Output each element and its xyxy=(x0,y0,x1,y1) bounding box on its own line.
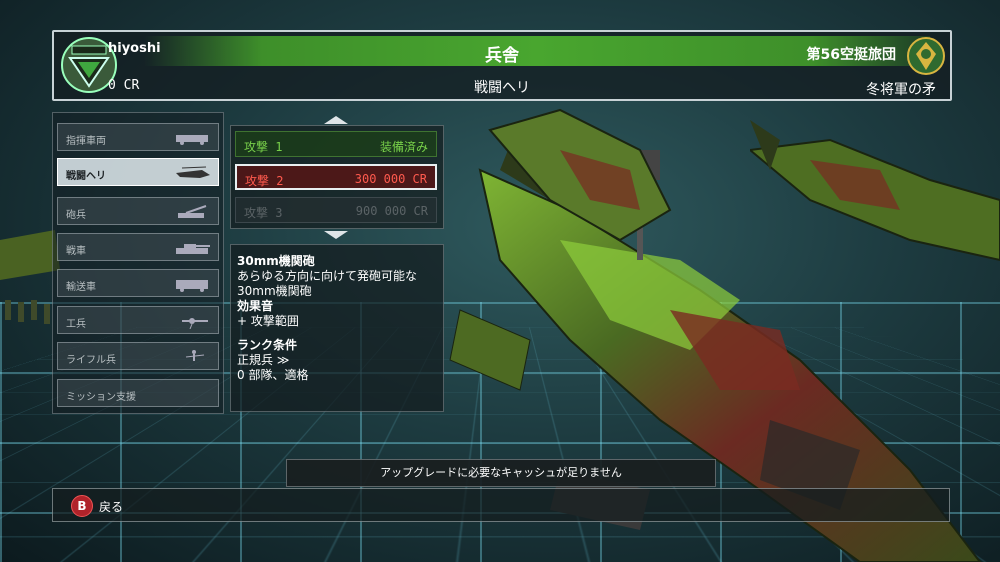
effect-heading: 効果音 xyxy=(237,299,274,313)
command-vehicle-icon xyxy=(176,135,208,145)
artillery-icon xyxy=(178,205,207,218)
category-label: 戦車 xyxy=(66,246,86,257)
unit-category-list: 指揮車両 戦闘ヘリ 砲兵 戦車 輸送車 工兵 ライフル兵 ミッション支援 xyxy=(52,112,224,414)
effect-text: + 攻撃範囲 xyxy=(237,314,299,328)
upgrade-row-locked[interactable]: 攻撃 3 900 000 CR xyxy=(235,197,437,223)
eligible-units: 0 部隊、適格 xyxy=(237,368,309,382)
scroll-down-arrow-icon[interactable] xyxy=(324,231,348,239)
background-vehicles xyxy=(0,230,60,324)
engineer-icon xyxy=(182,318,208,329)
category-label: 戦闘ヘリ xyxy=(66,171,106,182)
category-label: 砲兵 xyxy=(66,210,86,221)
scroll-up-arrow-icon[interactable] xyxy=(324,116,348,124)
weapon-title: 30mm機関砲 xyxy=(237,254,315,268)
background-helicopter xyxy=(750,120,1000,262)
category-label: ライフル兵 xyxy=(66,355,116,366)
upgrade-description-panel: 30mm機関砲 あらゆる方向に向けて発砲可能な30mm機関砲 効果音 + 攻撃範… xyxy=(230,244,444,412)
category-label: 輸送車 xyxy=(66,282,96,293)
b-button-icon[interactable]: B xyxy=(71,495,93,517)
category-mission-support[interactable]: ミッション支援 xyxy=(57,379,219,407)
brigade-name: 第56空挺旅団 xyxy=(806,47,896,63)
brigade-crest-icon xyxy=(907,37,945,75)
upgrade-price: 900 000 CR xyxy=(355,204,428,218)
tank-icon xyxy=(176,244,210,254)
category-tank[interactable]: 戦車 xyxy=(57,233,219,261)
upgrade-price: 300 000 CR xyxy=(354,172,427,186)
rank-requirement-heading: ランク条件 xyxy=(237,338,298,352)
attack-helicopter-icon xyxy=(176,166,210,178)
category-attack-helicopter[interactable]: 戦闘ヘリ xyxy=(57,158,219,186)
category-subtitle: 戦闘ヘリ xyxy=(474,80,530,96)
upgrade-row-selected[interactable]: 攻撃 2 300 000 CR xyxy=(235,164,437,190)
upgrade-name: 攻撃 2 xyxy=(245,174,284,188)
category-label: 工兵 xyxy=(66,319,86,330)
rifleman-icon xyxy=(185,350,205,361)
category-label: ミッション支援 xyxy=(66,392,136,403)
upgrade-list: 攻撃 1 装備済み 攻撃 2 300 000 CR 攻撃 3 900 000 C… xyxy=(230,125,444,229)
back-label[interactable]: 戻る xyxy=(99,498,123,515)
category-command-vehicle[interactable]: 指揮車両 xyxy=(57,123,219,151)
upgrade-name: 攻撃 3 xyxy=(244,206,283,220)
button-prompt-bar: B 戻る xyxy=(52,488,950,522)
insufficient-cash-message: アップグレードに必要なキャッシュが足りません xyxy=(286,459,716,487)
barracks-header: hiyoshi 0 CR 兵舎 戦闘ヘリ 第56空挺旅団 冬将軍の矛 xyxy=(52,30,952,101)
category-rifleman[interactable]: ライフル兵 xyxy=(57,342,219,370)
upgrade-name: 攻撃 1 xyxy=(244,140,283,154)
rank-required: 正規兵 ≫ xyxy=(237,353,290,367)
upgrade-status: 装備済み xyxy=(379,140,428,154)
transport-icon xyxy=(176,280,208,292)
upgrade-row-equipped[interactable]: 攻撃 1 装備済み xyxy=(235,131,437,157)
category-artillery[interactable]: 砲兵 xyxy=(57,197,219,225)
category-engineer[interactable]: 工兵 xyxy=(57,306,219,334)
weapon-description: あらゆる方向に向けて発砲可能な30mm機関砲 xyxy=(237,269,418,298)
category-transport[interactable]: 輸送車 xyxy=(57,269,219,297)
category-label: 指揮車両 xyxy=(66,136,106,147)
rank-title: 冬将軍の矛 xyxy=(866,82,936,98)
